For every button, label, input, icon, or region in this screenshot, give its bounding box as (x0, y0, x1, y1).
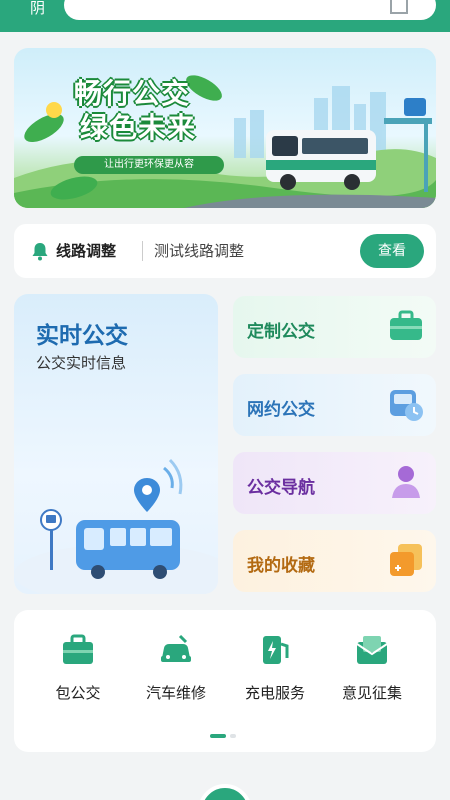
notice-bar: 线路调整 测试线路调整 查看 (14, 224, 436, 278)
service-item[interactable]: 包公交 (28, 632, 128, 703)
services-panel: 包公交 汽车维修 充电服务 意见征集 (14, 610, 436, 752)
notice-title: 线路调整 (56, 242, 117, 260)
realtime-bus-title: 实时公交 (36, 323, 128, 349)
bus-navigation-label: 公交导航 (247, 478, 315, 498)
top-bar: 阴 (0, 0, 450, 32)
weather-label: 阴 (30, 0, 46, 17)
services-dot[interactable] (230, 734, 236, 738)
favorites-label: 我的收藏 (247, 556, 315, 576)
custom-bus-card[interactable]: 定制公交 (233, 296, 436, 358)
service-item[interactable]: 汽车维修 (126, 632, 226, 703)
search-input[interactable] (64, 0, 436, 20)
service-label: 汽车维修 (145, 684, 206, 702)
service-label: 包公交 (55, 684, 101, 702)
service-label: 意见征集 (341, 684, 402, 702)
view-notice-button[interactable]: 查看 (360, 234, 424, 268)
notice-divider (142, 241, 143, 261)
services-pagination (210, 734, 236, 738)
bus-illustration-icon (14, 458, 218, 594)
online-bus-card[interactable]: 网约公交 (233, 374, 436, 436)
online-bus-label: 网约公交 (247, 400, 315, 420)
person-pin-icon (386, 462, 426, 506)
bell-icon (30, 241, 50, 265)
briefcase-icon (386, 306, 426, 350)
banner-heading: 畅行公交 绿色未来 让出行更环保更从容 (74, 72, 232, 182)
services-dot[interactable] (210, 734, 226, 738)
car-repair-icon (158, 632, 194, 668)
home-tab-button[interactable] (198, 784, 252, 800)
notice-text: 测试线路调整 (154, 242, 245, 260)
briefcase-icon (60, 632, 96, 668)
banner-line2: 绿色未来 (80, 111, 197, 144)
charging-station-icon (257, 632, 293, 668)
bus-clock-icon (386, 384, 426, 428)
mail-feedback-icon (354, 632, 390, 668)
realtime-bus-subtitle: 公交实时信息 (36, 354, 127, 372)
realtime-bus-card[interactable]: 实时公交 公交实时信息 (14, 294, 218, 594)
banner-subtitle: 让出行更环保更从容 (74, 156, 224, 174)
stacked-folder-icon (386, 540, 426, 584)
bus-navigation-card[interactable]: 公交导航 (233, 452, 436, 514)
scan-icon[interactable] (390, 0, 408, 14)
favorites-card[interactable]: 我的收藏 (233, 530, 436, 592)
custom-bus-label: 定制公交 (247, 322, 315, 342)
service-item[interactable]: 意见征集 (322, 632, 422, 703)
promo-banner[interactable]: 畅行公交 绿色未来 让出行更环保更从容 (14, 48, 436, 208)
service-item[interactable]: 充电服务 (225, 632, 325, 703)
service-label: 充电服务 (244, 684, 305, 702)
